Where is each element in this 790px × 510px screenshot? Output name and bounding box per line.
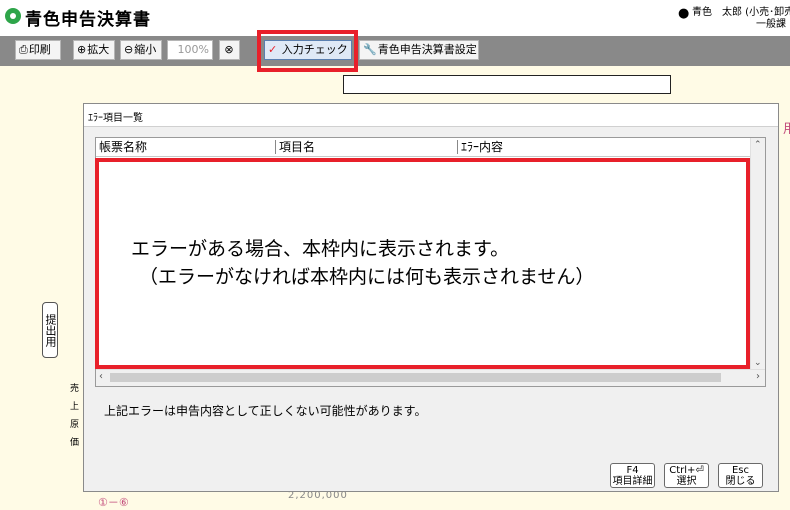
settings-button[interactable]: 🔧青色申告決算書設定 xyxy=(359,40,479,60)
print-label: 印刷 xyxy=(28,43,51,56)
item-detail-label: 項目詳細 xyxy=(612,476,653,487)
input-check-highlight xyxy=(257,30,358,72)
zoom-in-button[interactable]: ⊕拡大 xyxy=(73,40,115,60)
zoom-out-button[interactable]: ⊖縮小 xyxy=(120,40,162,60)
form-row-label: 上 xyxy=(70,402,80,412)
error-display-area-annotation: エラーがある場合、本枠内に表示されます。 （エラーがなければ本枠内には何も表示さ… xyxy=(95,158,750,369)
horizontal-scrollbar[interactable]: ‹ › xyxy=(96,369,765,386)
formula-label: ①－⑥ xyxy=(98,496,129,509)
zoom-out-icon: ⊖ xyxy=(124,43,134,56)
fit-zoom-button[interactable]: ⊗ xyxy=(219,40,240,60)
user-icon: ● xyxy=(678,6,690,21)
select-label: 選択 xyxy=(676,476,697,487)
scrollbar-thumb[interactable] xyxy=(110,373,721,382)
dialog-titlebar: ｴﾗｰ項目一覧 xyxy=(84,104,778,126)
close-button[interactable]: Esc 閉じる xyxy=(718,463,763,488)
form-row-label: 原 xyxy=(70,420,80,430)
item-detail-button[interactable]: F4 項目詳細 xyxy=(610,463,655,488)
form-header-field[interactable] xyxy=(343,75,671,94)
column-header-item-name[interactable]: 項目名 xyxy=(276,138,315,156)
close-label: 閉じる xyxy=(725,476,756,487)
vertical-scrollbar[interactable]: ⌃ ⌄ xyxy=(750,138,765,370)
zoom-level-field[interactable]: 100% xyxy=(167,40,213,60)
form-row-labels: 売 上 原 価 xyxy=(70,380,80,452)
scroll-up-icon[interactable]: ⌃ xyxy=(754,140,762,150)
f4-key-label: F4 xyxy=(626,465,639,476)
annotation-text-line-1: エラーがある場合、本枠内に表示されます。 xyxy=(131,238,510,260)
settings-label: 青色申告決算書設定 xyxy=(377,43,477,56)
scroll-down-icon[interactable]: ⌄ xyxy=(754,358,762,368)
app-logo-icon xyxy=(5,8,21,24)
warning-note: 上記エラーは申告内容として正しくない可能性があります。 xyxy=(104,404,427,418)
user-department: 一般課 xyxy=(756,19,786,30)
printer-icon: ⎙ xyxy=(19,43,28,56)
form-corner-label: 用 xyxy=(783,122,790,137)
zoom-in-icon: ⊕ xyxy=(77,43,87,56)
column-header-form-name[interactable]: 帳票名称 xyxy=(96,138,147,156)
form-row-label: 売 xyxy=(70,384,80,394)
scroll-right-icon[interactable]: › xyxy=(756,371,760,382)
zoom-out-label: 縮小 xyxy=(134,43,157,56)
ctrl-enter-key-label: Ctrl+⏎ xyxy=(669,465,704,476)
toolbar: ⎙印刷 ⊕拡大 ⊖縮小 100% ⊗ ✓ 入力チェック 🔧青色申告決算書設定 xyxy=(0,36,790,66)
select-button[interactable]: Ctrl+⏎ 選択 xyxy=(664,463,709,488)
esc-key-label: Esc xyxy=(731,465,750,476)
column-header-error-content[interactable]: ｴﾗｰ内容 xyxy=(458,138,503,156)
zoom-in-label: 拡大 xyxy=(87,43,110,56)
error-list-header: 帳票名称 項目名 ｴﾗｰ内容 xyxy=(96,138,753,157)
annotation-text-line-2: （エラーがなければ本枠内には何も表示されません） xyxy=(139,266,595,288)
print-button[interactable]: ⎙印刷 xyxy=(15,40,61,60)
wrench-icon: 🔧 xyxy=(363,43,377,56)
app-titlebar: 青色申告決算書 ● 青色 太郎 (小売･卸売 一般課 xyxy=(0,0,790,36)
submission-label: 提出用 xyxy=(42,302,58,358)
form-right-edge: 用 xyxy=(779,104,790,506)
divider xyxy=(84,126,778,127)
dialog-title: ｴﾗｰ項目一覧 xyxy=(88,113,143,124)
zoom-fit-icon: ⊗ xyxy=(224,43,234,56)
form-row-label: 価 xyxy=(70,438,80,448)
scroll-left-icon[interactable]: ‹ xyxy=(99,371,103,382)
app-title: 青色申告決算書 xyxy=(25,10,151,30)
